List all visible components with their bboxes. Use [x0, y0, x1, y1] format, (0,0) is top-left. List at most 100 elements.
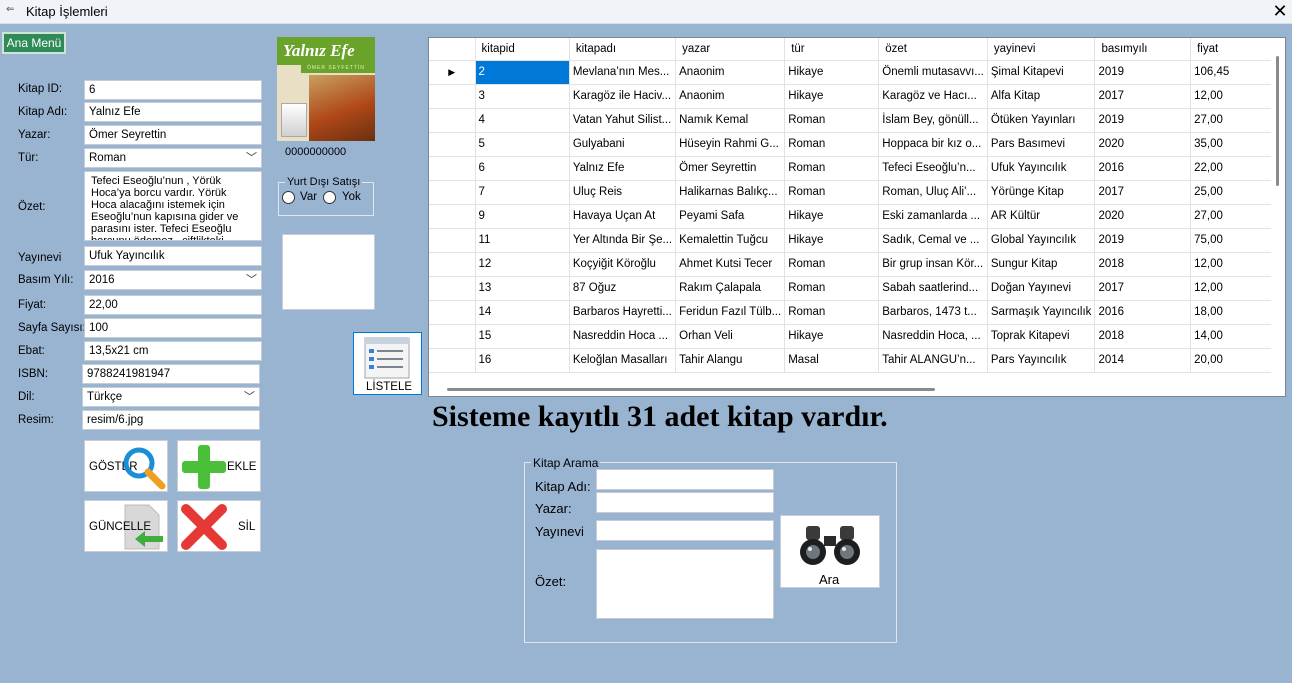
table-cell[interactable]: Sungur Kitap — [987, 252, 1096, 277]
row-header[interactable] — [429, 180, 476, 205]
table-cell[interactable]: Karagöz ile Haciv... — [569, 84, 677, 109]
table-cell[interactable]: Tefeci Eseoğlu’n... — [878, 156, 988, 181]
dil-combobox[interactable]: Türkçe ﹀ — [82, 387, 260, 407]
table-cell[interactable]: Havaya Uçan At — [569, 204, 677, 229]
table-cell[interactable]: Roman — [784, 156, 880, 181]
table-row[interactable]: ▶ 2 Mevlana’nın Mes... Anaonim Hikaye Önemli … — [429, 60, 1285, 85]
main-menu-button[interactable]: Ana Menü — [2, 32, 66, 54]
table-row[interactable]: 9 Havaya Uçan At Peyami Safa Hikaye Eski zam… — [429, 204, 1285, 229]
books-datagrid[interactable]: kitapid kitapadı yazar tür özet yayinevi… — [428, 37, 1286, 397]
table-cell[interactable]: Ötüken Yayınları — [987, 108, 1096, 133]
table-cell[interactable]: Sarmaşık Yayıncılık — [987, 300, 1096, 325]
table-cell[interactable]: 2018 — [1094, 324, 1192, 349]
table-cell[interactable]: 14 — [475, 300, 570, 325]
table-cell[interactable]: Hüseyin Rahmi G... — [675, 132, 786, 157]
var-radio[interactable] — [282, 191, 295, 204]
search-yazar-input[interactable] — [596, 492, 774, 513]
vertical-scrollbar[interactable] — [1271, 38, 1285, 396]
table-cell[interactable]: Ufuk Yayıncılık — [987, 156, 1096, 181]
table-cell[interactable]: Tahir Alangu — [675, 348, 786, 373]
table-cell[interactable]: Feridun Fazıl Tülb... — [675, 300, 786, 325]
column-header[interactable]: özet — [878, 38, 988, 61]
table-cell[interactable]: Hoppaca bir kız o... — [878, 132, 988, 157]
close-icon[interactable]: ✕ — [1268, 0, 1292, 24]
table-cell[interactable]: 11 — [475, 228, 570, 253]
table-cell[interactable]: Ömer Seyrettin — [675, 156, 786, 181]
goster-button[interactable]: GÖSTER — [84, 440, 168, 492]
table-cell[interactable]: Roman — [784, 276, 880, 301]
table-cell[interactable]: Sadık, Cemal ve ... — [878, 228, 988, 253]
table-cell[interactable]: Mevlana’nın Mes... — [569, 60, 677, 85]
table-row[interactable]: 15 Nasreddin Hoca ... Orhan Veli Hikaye Nasr… — [429, 324, 1285, 349]
table-cell[interactable]: 2019 — [1094, 108, 1192, 133]
table-cell[interactable]: Koçyiğit Köroğlu — [569, 252, 677, 277]
table-cell[interactable]: 13 — [475, 276, 570, 301]
table-cell[interactable]: 2 — [475, 60, 570, 85]
table-cell[interactable]: 16 — [475, 348, 570, 373]
table-cell[interactable]: Roman — [784, 180, 880, 205]
sayfa-sayisi-field[interactable]: 100 — [84, 318, 262, 338]
table-cell[interactable]: 2020 — [1094, 204, 1192, 229]
table-row[interactable]: 3 Karagöz ile Haciv... Anaonim Hikaye Karagö… — [429, 84, 1285, 109]
table-cell[interactable]: Hikaye — [784, 84, 880, 109]
table-cell[interactable]: Roman — [784, 252, 880, 277]
table-cell[interactable]: 2019 — [1094, 60, 1192, 85]
ara-button[interactable]: Ara — [780, 515, 880, 588]
table-cell[interactable]: Roman — [784, 300, 880, 325]
table-row[interactable]: 16 Keloğlan Masalları Tahir Alangu Masal Tah… — [429, 348, 1285, 373]
row-header[interactable] — [429, 324, 476, 349]
table-cell[interactable]: Önemli mutasavvı... — [878, 60, 988, 85]
table-cell[interactable]: Hikaye — [784, 324, 880, 349]
table-cell[interactable]: 7 — [475, 180, 570, 205]
column-header[interactable]: yayinevi — [987, 38, 1096, 61]
table-cell[interactable]: 2017 — [1094, 84, 1192, 109]
ebat-field[interactable]: 13,5x21 cm — [84, 341, 262, 361]
table-cell[interactable]: 9 — [475, 204, 570, 229]
fiyat-field[interactable]: 22,00 — [84, 295, 262, 315]
table-row[interactable]: 13 87 Oğuz Rakım Çalapala Roman Sabah saatle… — [429, 276, 1285, 301]
table-cell[interactable]: Vatan Yahut Silist... — [569, 108, 677, 133]
table-row[interactable]: 14 Barbaros Hayretti... Feridun Fazıl Tülb… — [429, 300, 1285, 325]
listele-button[interactable]: LİSTELE — [353, 332, 422, 395]
table-cell[interactable]: Gulyabani — [569, 132, 677, 157]
table-row[interactable]: 11 Yer Altında Bir Şe... Kemalettin Tuğcu H… — [429, 228, 1285, 253]
table-row[interactable]: 6 Yalnız Efe Ömer Seyrettin Roman Tefeci Ese… — [429, 156, 1285, 181]
row-header[interactable] — [429, 108, 476, 133]
table-cell[interactable]: Anaonim — [675, 60, 786, 85]
table-cell[interactable]: Kemalettin Tuğcu — [675, 228, 786, 253]
table-row[interactable]: 7 Uluç Reis Halikarnas Balıkç... Roman Roman… — [429, 180, 1285, 205]
row-header[interactable] — [429, 252, 476, 277]
column-header[interactable]: yazar — [675, 38, 786, 61]
table-cell[interactable]: Hikaye — [784, 228, 880, 253]
table-cell[interactable]: Doğan Yayınevi — [987, 276, 1096, 301]
row-header[interactable] — [429, 348, 476, 373]
yayinevi-field[interactable]: Ufuk Yayıncılık — [84, 246, 262, 266]
table-cell[interactable]: Anaonim — [675, 84, 786, 109]
column-header[interactable]: basımyılı — [1094, 38, 1192, 61]
table-cell[interactable]: Şimal Kitapevi — [987, 60, 1096, 85]
sil-button[interactable]: SİL — [177, 500, 261, 552]
table-cell[interactable]: Uluç Reis — [569, 180, 677, 205]
table-cell[interactable]: Alfa Kitap — [987, 84, 1096, 109]
table-cell[interactable]: 15 — [475, 324, 570, 349]
column-header[interactable]: kitapid — [475, 38, 570, 61]
table-cell[interactable]: 2020 — [1094, 132, 1192, 157]
table-cell[interactable]: 3 — [475, 84, 570, 109]
table-cell[interactable]: Yer Altında Bir Şe... — [569, 228, 677, 253]
guncelle-button[interactable]: GÜNCELLE — [84, 500, 168, 552]
table-row[interactable]: 5 Gulyabani Hüseyin Rahmi G... Roman Hoppaca… — [429, 132, 1285, 157]
table-cell[interactable]: Global Yayıncılık — [987, 228, 1096, 253]
table-cell[interactable]: AR Kültür — [987, 204, 1096, 229]
tur-combobox[interactable]: Roman ﹀ — [84, 148, 262, 168]
table-cell[interactable]: Yalnız Efe — [569, 156, 677, 181]
table-cell[interactable]: Roman — [784, 132, 880, 157]
basim-yili-combobox[interactable]: 2016 ﹀ — [84, 270, 262, 290]
table-cell[interactable]: 6 — [475, 156, 570, 181]
table-cell[interactable]: Eski zamanlarda ... — [878, 204, 988, 229]
table-cell[interactable]: 87 Oğuz — [569, 276, 677, 301]
table-cell[interactable]: Nasreddin Hoca, ... — [878, 324, 988, 349]
table-cell[interactable]: Barbaros Hayretti... — [569, 300, 677, 325]
row-header[interactable] — [429, 276, 476, 301]
table-cell[interactable]: Hikaye — [784, 204, 880, 229]
table-cell[interactable]: İslam Bey, gönüll... — [878, 108, 988, 133]
